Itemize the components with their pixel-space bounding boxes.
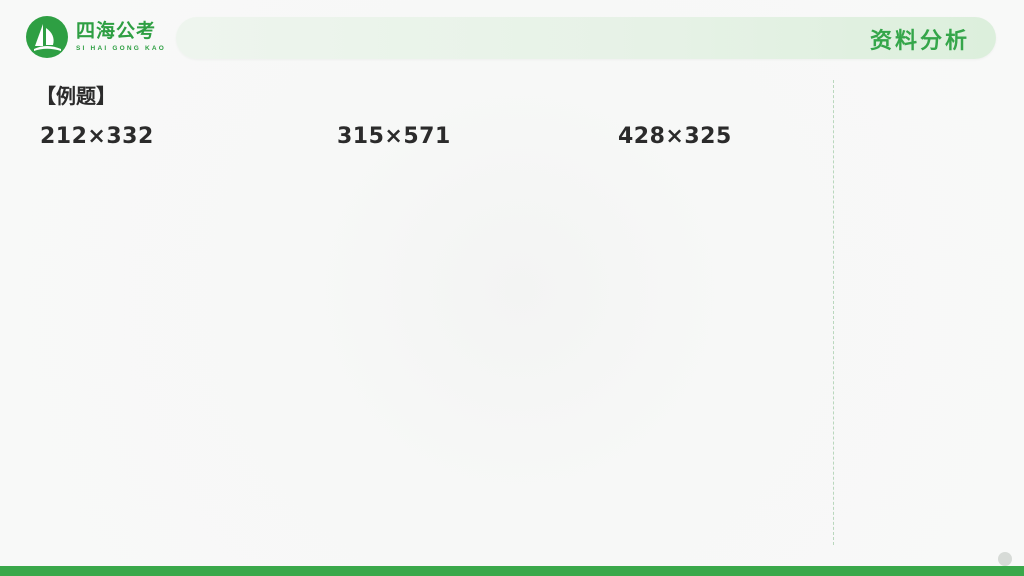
logo-chinese: 四海公考 <box>76 19 157 42</box>
header: 四海公考 SI HAI GONG KAO 资料分析 <box>0 0 1024 70</box>
example-label: 【例题】 <box>36 84 116 108</box>
section-title: 资料分析 <box>869 29 970 54</box>
expression-2: 315×571 <box>337 124 451 149</box>
expression-1: 212×332 <box>40 124 154 149</box>
watermark-icon <box>998 552 1012 566</box>
logo-text: 四海公考 SI HAI GONG KAO <box>76 19 167 53</box>
sailboat-leaf-icon <box>26 16 68 58</box>
brand-logo: 四海公考 SI HAI GONG KAO <box>26 16 166 58</box>
expression-3: 428×325 <box>618 124 732 149</box>
header-bar: 资料分析 <box>176 17 996 59</box>
slide: 四海公考 SI HAI GONG KAO 资料分析 【例题】 212×332 3… <box>0 0 1024 576</box>
logo-english: SI HAI GONG KAO <box>76 44 167 52</box>
watermark <box>998 552 1012 566</box>
dashed-divider <box>833 80 834 545</box>
bottom-bar <box>0 566 1024 576</box>
